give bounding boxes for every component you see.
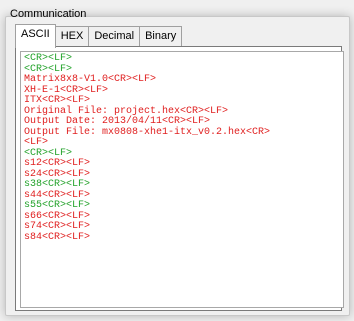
terminal-lines: <CR><LF> <CR><LF> Matrix8x8-V1.0<CR><LF> XH…: [24, 53, 271, 243]
terminal-line: s84<CR><LF>: [24, 231, 91, 243]
terminal-line: Output Date: 2013/04/11<CR><LF>: [24, 116, 211, 127]
tab-bar: ASCII HEX Decimal Binary: [15, 24, 183, 48]
tab-decimal[interactable]: Decimal: [88, 26, 141, 48]
terminal-line: <LF>: [24, 137, 49, 148]
terminal-line: s74<CR><LF>: [24, 221, 91, 232]
terminal-line: s12<CR><LF>: [24, 158, 91, 169]
terminal-line: Output File: mx0808-xhe1-itx_v0.2.hex<CR…: [24, 126, 271, 138]
tab-binary[interactable]: Binary: [139, 26, 183, 48]
tab-ascii[interactable]: ASCII: [15, 24, 56, 48]
tab-hex[interactable]: HEX: [54, 26, 90, 48]
terminal-line: Matrix8x8-V1.0<CR><LF>: [24, 74, 157, 85]
terminal-output[interactable]: <CR><LF> <CR><LF> Matrix8x8-V1.0<CR><LF> XH…: [20, 51, 344, 308]
communication-panel: Communication ASCII HEX Decimal Binary <…: [0, 0, 354, 321]
terminal-line: <CR><LF>: [24, 53, 73, 64]
terminal-line: s38<CR><LF>: [24, 179, 91, 190]
group-label: Communication: [10, 8, 87, 20]
terminal-line: s55<CR><LF>: [24, 200, 91, 211]
terminal-line: ITX<CR><LF>: [24, 95, 91, 106]
